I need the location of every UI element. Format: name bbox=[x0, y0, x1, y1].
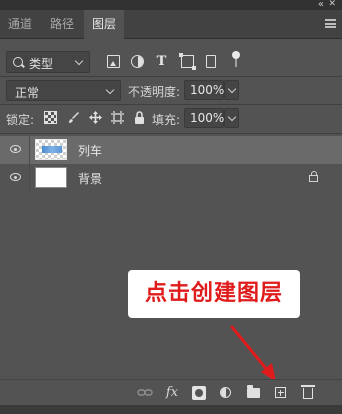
add-mask-icon[interactable] bbox=[192, 386, 206, 400]
layers-bottom-toolbar: fx bbox=[0, 379, 342, 406]
new-layer-icon[interactable] bbox=[275, 387, 286, 398]
adjustment-layer-icon[interactable] bbox=[220, 387, 231, 398]
annotation-arrow-icon bbox=[230, 325, 276, 382]
delete-layer-icon[interactable] bbox=[301, 385, 315, 399]
panel-bottom-strip bbox=[0, 405, 342, 414]
link-layers-icon[interactable] bbox=[137, 386, 153, 400]
new-group-icon[interactable] bbox=[247, 385, 260, 398]
layer-style-icon[interactable]: fx bbox=[164, 386, 180, 400]
